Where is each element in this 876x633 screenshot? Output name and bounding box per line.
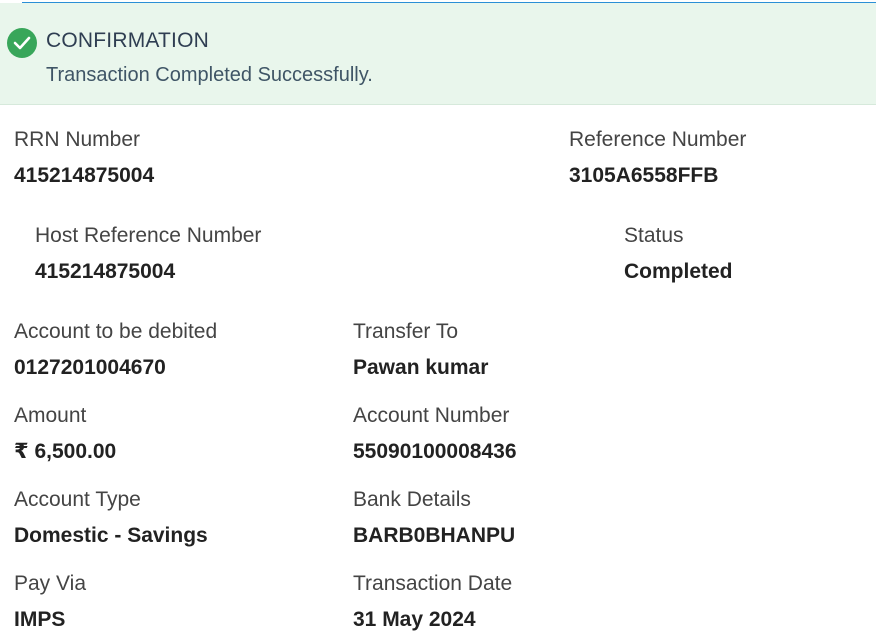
transfer-to-field: Transfer To Pawan kumar — [353, 320, 488, 380]
transfer-to-label: Transfer To — [353, 320, 459, 343]
transaction-date-field: Transaction Date 31 May 2024 — [353, 572, 512, 632]
account-number-field: Account Number 55090100008436 — [353, 404, 517, 464]
status-label: Status — [624, 224, 684, 247]
account-debited-value: 0127201004670 — [14, 356, 166, 379]
transaction-date-label: Transaction Date — [353, 572, 513, 595]
account-type-label: Account Type — [14, 488, 141, 511]
account-number-label: Account Number — [353, 404, 510, 427]
host-reference-label: Host Reference Number — [35, 224, 262, 247]
confirmation-banner: CONFIRMATION Transaction Completed Succe… — [0, 3, 876, 105]
banner-title: CONFIRMATION — [46, 29, 209, 52]
bank-details-value: BARB0BHANPU — [353, 524, 516, 547]
rrn-number-label: RRN Number — [14, 128, 141, 151]
pay-via-label: Pay Via — [14, 572, 86, 595]
pay-via-field: Pay Via IMPS — [14, 572, 86, 632]
host-reference-value: 415214875004 — [35, 260, 176, 283]
bank-details-label: Bank Details — [353, 488, 471, 511]
host-reference-field: Host Reference Number 415214875004 — [35, 224, 261, 284]
transfer-to-value: Pawan kumar — [353, 356, 489, 379]
amount-value: ₹ 6,500.00 — [14, 440, 117, 463]
transaction-date-value: 31 May 2024 — [353, 608, 476, 631]
amount-label: Amount — [14, 404, 87, 427]
bank-details-field: Bank Details BARB0BHANPU — [353, 488, 515, 548]
pay-via-value: IMPS — [14, 608, 66, 631]
account-type-value: Domestic - Savings — [14, 524, 208, 547]
account-debited-label: Account to be debited — [14, 320, 218, 343]
account-number-value: 55090100008436 — [353, 440, 517, 463]
rrn-number-value: 415214875004 — [14, 164, 155, 187]
reference-number-field: Reference Number 3105A6558FFB — [569, 128, 746, 188]
banner-message: Transaction Completed Successfully. — [46, 64, 373, 86]
transaction-confirmation-page: CONFIRMATION Transaction Completed Succe… — [0, 0, 876, 633]
check-circle-icon — [7, 28, 37, 58]
amount-field: Amount ₹ 6,500.00 — [14, 404, 116, 464]
account-type-field: Account Type Domestic - Savings — [14, 488, 208, 548]
account-debited-field: Account to be debited 0127201004670 — [14, 320, 217, 380]
rrn-number-field: RRN Number 415214875004 — [14, 128, 154, 188]
status-value: Completed — [624, 260, 733, 283]
reference-number-label: Reference Number — [569, 128, 747, 151]
status-field: Status Completed — [624, 224, 733, 284]
reference-number-value: 3105A6558FFB — [569, 164, 719, 187]
